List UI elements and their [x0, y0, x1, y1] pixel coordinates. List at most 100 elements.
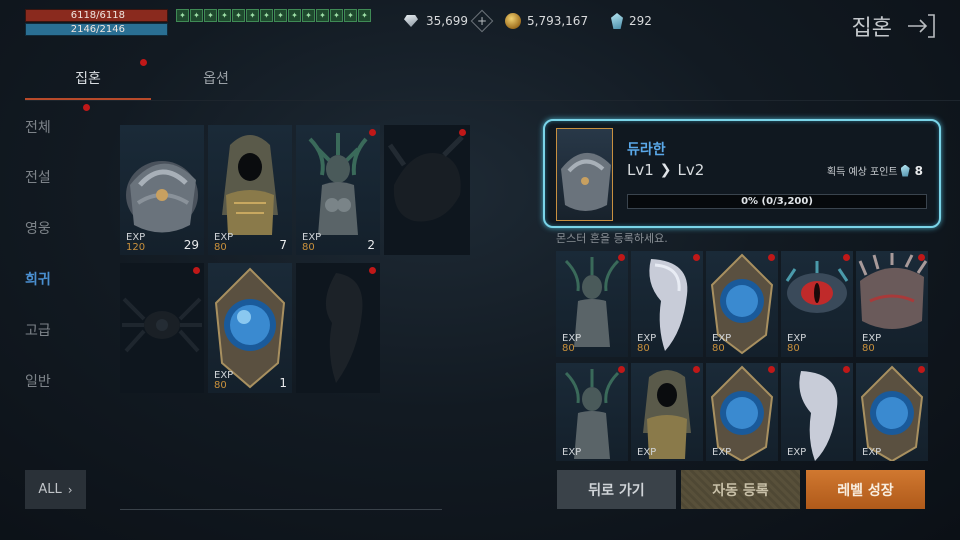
category-all[interactable]: 전체: [25, 117, 51, 137]
filter-all-button[interactable]: ALL ›: [25, 470, 86, 509]
chevron-right-icon: ❯: [659, 162, 672, 178]
buff-icon[interactable]: ✦: [302, 9, 315, 22]
slot-medusa[interactable]: EXP 80: [556, 251, 628, 357]
soul-card-white-serpent[interactable]: [296, 263, 380, 393]
slot-white-serpent[interactable]: EXP 80: [631, 251, 703, 357]
notify-dot: [369, 267, 376, 274]
notify-dot: [459, 129, 466, 136]
level-up-button[interactable]: 레벨 성장: [806, 470, 925, 509]
tab-collection[interactable]: 집혼: [25, 68, 151, 88]
soul-card-hooded-figure[interactable]: EXP 80 7: [208, 125, 292, 255]
buff-icon[interactable]: ✦: [274, 9, 287, 22]
exit-icon[interactable]: [906, 11, 936, 41]
notify-dot: [369, 129, 376, 136]
soul-card-blue-orb-crest[interactable]: EXP 80 1: [208, 263, 292, 393]
back-button[interactable]: 뒤로 가기: [557, 470, 676, 509]
buff-icon[interactable]: ✦: [246, 9, 259, 22]
buff-icon[interactable]: ✦: [176, 9, 189, 22]
hp-text: 6118/6118: [70, 10, 125, 21]
slot-eye-creature[interactable]: EXP 80: [781, 251, 853, 357]
soul-card-dark-beast[interactable]: [384, 125, 470, 255]
buff-icon[interactable]: ✦: [232, 9, 245, 22]
page-header: 집혼: [852, 10, 936, 42]
white-serpent-icon: [325, 273, 363, 383]
tab-active-underline: [25, 98, 151, 100]
hp-bar: 6118/6118: [25, 9, 168, 22]
level-transition: Lv1 ❯ Lv2: [627, 161, 704, 179]
exp-value: 80: [214, 380, 227, 391]
gem-icon: [900, 164, 910, 177]
exit-arrow-icon: [908, 14, 935, 38]
dark-beast-icon: [387, 135, 464, 222]
gold-amount: 5,793,167: [527, 14, 589, 28]
category-hero[interactable]: 영웅: [25, 218, 51, 238]
slot-hooded-figure[interactable]: EXP: [631, 363, 703, 461]
armored-knight-icon: [561, 152, 611, 211]
category-advanced[interactable]: 고급: [25, 320, 51, 340]
tab-bar: 집혼 옵션: [25, 59, 960, 111]
notify-dot: [768, 254, 775, 261]
level-from: Lv1: [627, 161, 654, 179]
exp-label: EXP: [637, 447, 657, 458]
selected-soul-panel: 듀라한 Lv1 ❯ Lv2 획득 예상 포인트 8 0% (0/3,200): [543, 119, 941, 228]
slot-blue-orb-crest[interactable]: EXP: [706, 363, 778, 461]
soul-name: 듀라한: [627, 142, 666, 158]
add-diamond-button[interactable]: +: [470, 9, 494, 33]
soul-count: 2: [367, 238, 375, 252]
notify-dot: [843, 366, 850, 373]
gem-icon: [611, 13, 623, 29]
divider: [120, 509, 442, 510]
buff-icon[interactable]: ✦: [316, 9, 329, 22]
mp-text: 2146/2146: [70, 24, 125, 35]
buff-list[interactable]: ✦ ✦ ✦ ✦ ✦ ✦ ✦ ✦ ✦ ✦ ✦ ✦ ✦ ✦: [176, 9, 371, 22]
slot-white-serpent[interactable]: EXP: [781, 363, 853, 461]
exp-label: EXP: [562, 447, 582, 458]
slot-medusa[interactable]: EXP: [556, 363, 628, 461]
exp-label: EXP: [862, 447, 882, 458]
auto-register-button[interactable]: 자동 등록: [681, 470, 800, 509]
selected-soul-portrait: [556, 128, 613, 221]
chevron-right-icon: ›: [67, 482, 73, 497]
buff-icon[interactable]: ✦: [190, 9, 203, 22]
diamond-currency: 35,699 +: [402, 9, 494, 33]
tab-divider: [25, 100, 960, 101]
tab-options[interactable]: 옵션: [153, 68, 279, 88]
notify-dot: [693, 254, 700, 261]
spider-creature-icon: [122, 297, 202, 353]
buff-icon[interactable]: ✦: [330, 9, 343, 22]
category-rare[interactable]: 희귀: [25, 269, 51, 289]
expected-points: 획득 예상 포인트 8: [827, 163, 923, 179]
buff-icon[interactable]: ✦: [218, 9, 231, 22]
slot-blue-orb-crest[interactable]: EXP: [856, 363, 928, 461]
exp-value: 80: [712, 343, 725, 354]
exp-value: 80: [214, 242, 227, 253]
exp-value: 80: [862, 343, 875, 354]
soul-card-spider-creature[interactable]: [120, 263, 204, 393]
mp-bar: 2146/2146: [25, 23, 168, 36]
buff-icon[interactable]: ✦: [358, 9, 371, 22]
buff-icon[interactable]: ✦: [288, 9, 301, 22]
notify-dot: [618, 254, 625, 261]
exp-value: 80: [562, 343, 575, 354]
notify-dot: [843, 254, 850, 261]
buff-icon[interactable]: ✦: [204, 9, 217, 22]
diamond-amount: 35,699: [426, 14, 468, 28]
category-legend[interactable]: 전설: [25, 167, 51, 187]
slot-blue-orb-crest[interactable]: EXP 80: [706, 251, 778, 357]
exp-value: 80: [302, 242, 315, 253]
category-common[interactable]: 일반: [25, 371, 51, 391]
gem-amount: 292: [629, 14, 652, 28]
filter-all-label: ALL: [38, 482, 62, 497]
buff-icon[interactable]: ✦: [260, 9, 273, 22]
soul-count: 29: [183, 238, 199, 252]
gold-coin-icon: [505, 13, 521, 29]
expected-points-value: 8: [914, 163, 923, 178]
soul-card-armored-knight[interactable]: EXP 120 29: [120, 125, 204, 255]
notify-dot: [83, 104, 90, 111]
exp-value: 120: [126, 242, 146, 253]
buff-icon[interactable]: ✦: [344, 9, 357, 22]
slot-spiked-beast[interactable]: EXP 80: [856, 251, 928, 357]
soul-card-medusa[interactable]: EXP 80 2: [296, 125, 380, 255]
exp-progress-bar: 0% (0/3,200): [627, 194, 927, 209]
notify-dot: [140, 59, 147, 66]
